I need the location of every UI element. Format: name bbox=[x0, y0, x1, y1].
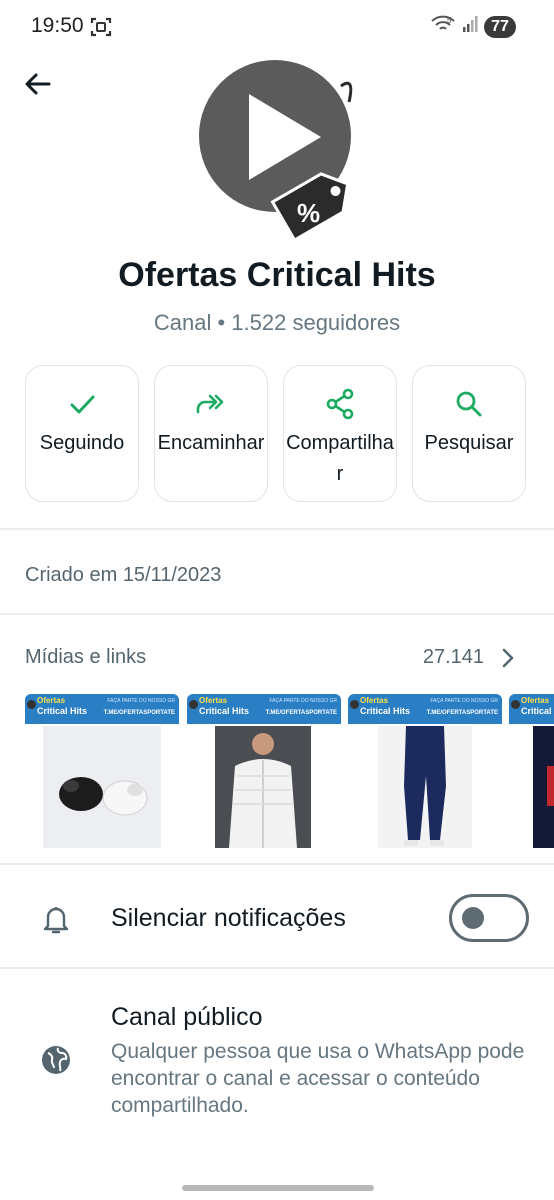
svg-text:5: 5 bbox=[447, 16, 452, 25]
media-thumbnail[interactable]: Ofertas Critical Hits bbox=[509, 694, 554, 848]
screenshot-icon bbox=[90, 16, 112, 43]
banner-link: T.ME/OFERTASPORTATE bbox=[265, 710, 337, 716]
avatar-badge-label: % bbox=[297, 198, 320, 228]
status-time: 19:50 bbox=[31, 14, 84, 37]
thumbnail-banner: Ofertas Critical Hits bbox=[509, 694, 554, 724]
media-thumbnail[interactable]: Ofertas Critical Hits FAÇA PARTE DO NOSS… bbox=[25, 694, 179, 848]
banner-link: T.ME/OFERTASPORTATE bbox=[103, 710, 175, 716]
status-bar: 19:50 5 77 bbox=[0, 0, 554, 56]
play-icon bbox=[27, 700, 36, 709]
divider bbox=[0, 863, 554, 865]
toggle-knob bbox=[462, 907, 484, 929]
divider bbox=[0, 613, 554, 615]
share-label: Compartilhar bbox=[286, 432, 394, 485]
mute-label: Silenciar notificações bbox=[111, 904, 346, 932]
home-indicator[interactable] bbox=[182, 1185, 374, 1191]
bell-icon bbox=[42, 904, 70, 941]
battery-icon: 77 bbox=[484, 15, 516, 38]
play-icon bbox=[189, 700, 198, 709]
media-count: 27.141 bbox=[422, 646, 484, 668]
channel-name: Ofertas Critical Hits bbox=[118, 256, 436, 294]
divider bbox=[0, 967, 554, 969]
arrow-left-icon bbox=[25, 73, 51, 95]
play-icon bbox=[511, 700, 520, 709]
search-icon bbox=[456, 391, 482, 417]
public-channel-description: Qualquer pessoa que usa o WhatsApp pode … bbox=[111, 1040, 525, 1117]
banner-label: Ofertas bbox=[199, 696, 228, 705]
action-row: Seguindo Encaminhar Compartilhar Pesquis… bbox=[25, 365, 529, 504]
play-icon bbox=[350, 700, 359, 709]
banner-label: Ofertas bbox=[521, 696, 550, 705]
forward-icon bbox=[196, 394, 224, 414]
following-label: Seguindo bbox=[39, 432, 125, 454]
banner-label: Ofertas bbox=[360, 696, 389, 705]
share-icon bbox=[326, 388, 354, 420]
media-strip: Ofertas Critical Hits FAÇA PARTE DO NOSS… bbox=[25, 694, 554, 848]
search-button[interactable]: Pesquisar bbox=[412, 365, 526, 502]
signal-icon bbox=[462, 15, 478, 38]
check-icon bbox=[70, 395, 95, 414]
back-button[interactable] bbox=[22, 68, 54, 100]
globe-icon bbox=[40, 1044, 72, 1081]
forward-label: Encaminhar bbox=[157, 432, 265, 454]
banner-small: FAÇA PARTE DO NOSSO GR bbox=[269, 698, 337, 704]
mute-notifications-row[interactable]: Silenciar notificações bbox=[0, 866, 554, 966]
thumbnail-banner: Ofertas Critical Hits FAÇA PARTE DO NOSS… bbox=[25, 694, 179, 724]
following-button[interactable]: Seguindo bbox=[25, 365, 139, 502]
chevron-right-icon[interactable] bbox=[500, 646, 516, 675]
jacket-image bbox=[215, 726, 311, 848]
share-button[interactable]: Compartilhar bbox=[283, 365, 397, 502]
banner-title: Critical Hits bbox=[199, 706, 250, 716]
banner-small: FAÇA PARTE DO NOSSO GR bbox=[430, 698, 498, 704]
search-label: Pesquisar bbox=[424, 432, 514, 454]
created-date: Criado em 15/11/2023 bbox=[25, 564, 222, 586]
banner-title: Critical Hits bbox=[37, 706, 88, 716]
media-thumbnail[interactable]: Ofertas Critical Hits FAÇA PARTE DO NOSS… bbox=[187, 694, 341, 848]
thumbnail-banner: Ofertas Critical Hits FAÇA PARTE DO NOSS… bbox=[348, 694, 502, 724]
banner-title: Critical Hits bbox=[521, 706, 554, 716]
partial-image bbox=[533, 726, 554, 848]
mute-toggle[interactable] bbox=[449, 894, 529, 942]
media-section-title: Mídias e links bbox=[25, 646, 147, 668]
thumbnail-banner: Ofertas Critical Hits FAÇA PARTE DO NOSS… bbox=[187, 694, 341, 724]
banner-link: T.ME/OFERTASPORTATE bbox=[426, 710, 498, 716]
earbuds-image bbox=[43, 726, 161, 848]
divider bbox=[0, 528, 554, 530]
status-icons: 5 77 bbox=[430, 14, 516, 39]
channel-meta: Canal • 1.522 seguidores bbox=[153, 310, 401, 335]
channel-avatar[interactable]: % bbox=[185, 58, 365, 244]
forward-button[interactable]: Encaminhar bbox=[154, 365, 268, 502]
public-channel-title: Canal público bbox=[111, 1003, 263, 1031]
wifi-icon: 5 bbox=[430, 14, 456, 39]
banner-small: FAÇA PARTE DO NOSSO GR bbox=[107, 698, 175, 704]
pants-image bbox=[378, 726, 472, 848]
banner-title: Critical Hits bbox=[360, 706, 411, 716]
media-thumbnail[interactable]: Ofertas Critical Hits FAÇA PARTE DO NOSS… bbox=[348, 694, 502, 848]
banner-label: Ofertas bbox=[37, 696, 66, 705]
